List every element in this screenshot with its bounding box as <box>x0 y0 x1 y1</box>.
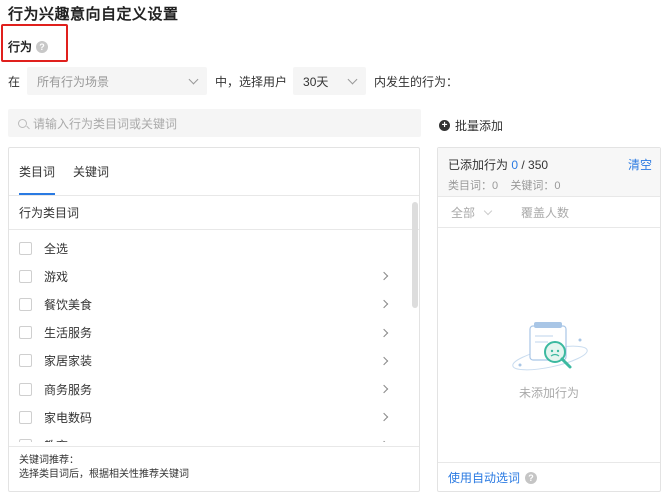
search-input[interactable]: 请输入行为类目词或关键词 <box>8 109 421 137</box>
checkbox[interactable] <box>19 354 32 368</box>
auto-select-label[interactable]: 使用自动选词 <box>448 469 520 486</box>
list-item[interactable]: 生活服务 <box>9 319 409 347</box>
chevron-down-icon <box>347 74 358 84</box>
scene-select-value: 所有行为场景 <box>37 74 110 89</box>
category-list: 全选 游戏 餐饮美食 生活服务 家居家装 商务服务 家电数码 <box>9 234 409 442</box>
days-select-value: 30天 <box>303 74 329 89</box>
checkbox[interactable] <box>19 269 32 283</box>
days-select[interactable]: 30天 <box>293 67 367 95</box>
recommend-title: 关键词推荐： <box>19 455 79 466</box>
list-item[interactable]: 商务服务 <box>9 375 409 403</box>
chevron-right-icon[interactable] <box>379 441 389 442</box>
section-label-text: 行为 <box>8 40 33 54</box>
keyword-recommend: 关键词推荐： 选择类目词后，根据相关性推荐关键词 <box>9 446 419 492</box>
scrollbar[interactable] <box>412 202 418 308</box>
filter-all[interactable]: 全部 <box>451 204 475 221</box>
recommend-desc: 选择类目词后，根据相关性推荐关键词 <box>19 469 189 480</box>
tab-keywords[interactable]: 关键词 <box>73 148 109 195</box>
list-item-label: 商务服务 <box>44 382 93 397</box>
counts-line: 类目词：0 关键词：0 <box>448 180 561 192</box>
search-placeholder: 请输入行为类目词或关键词 <box>33 116 178 131</box>
column-header: 行为类目词 <box>9 197 419 230</box>
added-total: / 350 <box>518 158 549 172</box>
added-prefix: 已添加行为 <box>448 158 512 172</box>
list-item-label: 家电数码 <box>44 410 93 425</box>
filter-row: 在 所有行为场景 中，选择用户 30天 内发生的行为： <box>8 67 458 95</box>
added-count-line: 已添加行为 0 / 350 <box>448 156 650 173</box>
checkbox[interactable] <box>19 410 32 424</box>
section-label: 行为 ? <box>8 38 49 55</box>
list-item-label: 教育 <box>44 437 68 442</box>
selected-panel: 已添加行为 0 / 350 类目词：0 关键词：0 清空 全部 覆盖人数 未添加… <box>437 147 661 492</box>
chevron-right-icon[interactable] <box>379 412 389 422</box>
batch-add-button[interactable]: + 批量添加 <box>439 117 503 134</box>
list-item[interactable]: 教育 <box>9 431 409 442</box>
chevron-right-icon[interactable] <box>379 328 389 337</box>
checkbox[interactable] <box>19 297 32 311</box>
search-icon <box>18 118 27 128</box>
filter-middle: 中，选择用户 <box>215 74 288 89</box>
list-item-label: 生活服务 <box>44 326 93 341</box>
chevron-right-icon[interactable] <box>379 300 389 309</box>
list-item[interactable]: 游戏 <box>9 262 409 290</box>
page-title: 行为兴趣意向自定义设置 <box>8 6 179 23</box>
help-icon[interactable]: ? <box>36 40 49 53</box>
list-item-label: 游戏 <box>44 269 69 284</box>
scene-select[interactable]: 所有行为场景 <box>27 67 208 95</box>
chevron-right-icon[interactable] <box>379 272 389 281</box>
list-item[interactable]: 家电数码 <box>9 403 409 431</box>
list-item[interactable]: 家居家装 <box>9 347 409 375</box>
list-item-label: 家居家装 <box>44 354 93 369</box>
chevron-down-icon <box>188 74 199 84</box>
list-item[interactable]: 餐饮美食 <box>9 290 409 318</box>
chevron-down-icon[interactable] <box>483 206 493 215</box>
list-item-label: 餐饮美食 <box>44 297 93 312</box>
list-item-label: 全选 <box>44 241 69 256</box>
checkbox[interactable] <box>19 241 32 255</box>
selected-filter-row: 全部 覆盖人数 <box>438 198 660 228</box>
empty-state-illustration <box>512 322 588 371</box>
tab-bar: 类目词 关键词 <box>9 148 419 196</box>
filter-prefix: 在 <box>8 74 21 89</box>
list-item-select-all[interactable]: 全选 <box>9 234 409 262</box>
clear-button[interactable]: 清空 <box>628 156 652 173</box>
checkbox[interactable] <box>19 326 32 340</box>
checkbox[interactable] <box>19 438 32 442</box>
filter-suffix: 内发生的行为： <box>374 74 459 89</box>
category-panel: 类目词 关键词 行为类目词 全选 游戏 餐饮美食 生活服务 家居家装 商务服务 … <box>8 147 420 492</box>
batch-add-label: 批量添加 <box>455 119 504 133</box>
checkbox[interactable] <box>19 382 32 396</box>
chevron-right-icon[interactable] <box>379 384 389 394</box>
selected-summary: 已添加行为 0 / 350 类目词：0 关键词：0 清空 <box>438 148 660 197</box>
help-icon[interactable]: ? <box>525 471 538 484</box>
filter-coverage[interactable]: 覆盖人数 <box>521 204 569 221</box>
tab-category-words[interactable]: 类目词 <box>19 148 56 195</box>
chevron-right-icon[interactable] <box>379 356 389 366</box>
plus-circle-icon: + <box>439 120 450 131</box>
empty-state-text: 未添加行为 <box>518 386 579 400</box>
auto-select-link[interactable]: 使用自动选词 ? <box>438 462 660 492</box>
